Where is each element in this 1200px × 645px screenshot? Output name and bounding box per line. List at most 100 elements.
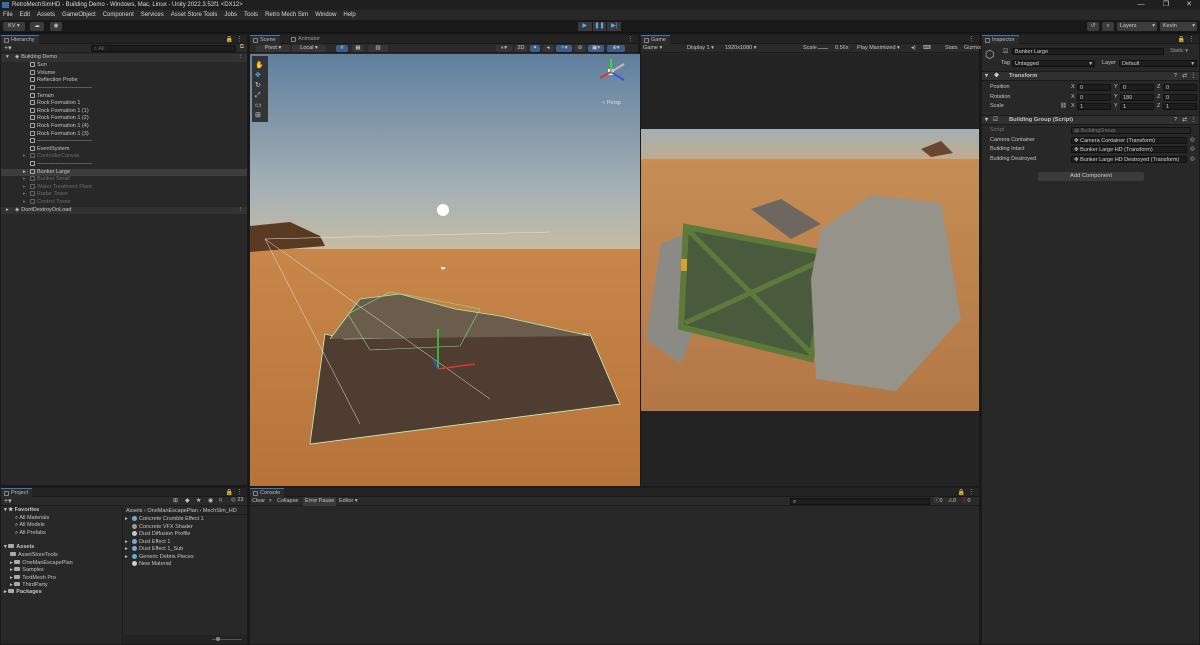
menu-asset-store-tools[interactable]: Asset Store Tools	[171, 12, 218, 18]
position-z-field[interactable]: 0	[1163, 84, 1197, 91]
editor-dropdown[interactable]: Editor ▾	[339, 497, 358, 506]
position-y-field[interactable]: 0	[1120, 84, 1154, 91]
tab-project[interactable]: Project	[1, 488, 33, 497]
gizmos-button[interactable]: Gizmos	[964, 44, 983, 53]
favorite-item[interactable]: ⌕ All Prefabs	[15, 530, 46, 537]
more-options-icon[interactable]: ⋮	[236, 488, 243, 496]
position-x-field[interactable]: 0	[1077, 84, 1111, 91]
tag-dropdown[interactable]: Untagged ▾	[1012, 60, 1095, 67]
scale-y-field[interactable]: 1	[1120, 103, 1154, 110]
minimize-button[interactable]: —	[1130, 0, 1152, 10]
history-icon[interactable]: ↺	[1087, 22, 1099, 31]
object-picker-icon[interactable]: ◎	[1190, 145, 1195, 154]
asset-folder[interactable]: AssetStoreTools	[10, 552, 58, 559]
lighting-icon[interactable]: ✦	[530, 45, 540, 52]
hierarchy-item[interactable]: ▸ Radar Tower	[1, 191, 247, 199]
script-checkbox[interactable]: ☑	[993, 116, 998, 125]
breadcrumb-item[interactable]: OneManEscapePlan	[147, 508, 197, 514]
menu-file[interactable]: File	[3, 12, 13, 18]
hierarchy-item[interactable]: ------------------------------	[1, 138, 247, 146]
step-icon[interactable]: ▶|	[607, 22, 622, 31]
toggle-2d-button[interactable]: 2D	[515, 45, 527, 52]
hierarchy-search-input[interactable]: ⌕ All	[91, 45, 236, 52]
hierarchy-item[interactable]: Volume	[1, 69, 247, 78]
scale-slider[interactable]	[818, 48, 828, 49]
expand-arrow-icon[interactable]: ▸	[23, 191, 26, 199]
rotation-y-field[interactable]: 180	[1120, 93, 1154, 101]
hierarchy-item[interactable]: Sun	[1, 62, 247, 70]
cloud-icon[interactable]: ☁	[30, 22, 44, 31]
expand-arrow-icon[interactable]: ▸	[23, 199, 26, 207]
display-dropdown[interactable]: Display 1 ▾	[687, 44, 714, 53]
rotation-x-field[interactable]: 0	[1077, 93, 1111, 101]
menu-help[interactable]: Help	[343, 12, 355, 18]
axis-x-label[interactable]: X	[1071, 102, 1075, 111]
more-options-icon[interactable]: ⋮	[238, 207, 244, 215]
resolution-dropdown[interactable]: 1920x1080 ▾	[725, 44, 757, 53]
filter-icon[interactable]: ⧉	[240, 44, 244, 51]
close-window-button[interactable]: ✕	[1178, 0, 1200, 10]
info-count[interactable]: ⓘ0	[934, 497, 943, 506]
lock-icon[interactable]: 🔒	[226, 36, 233, 43]
expand-arrow-icon[interactable]: ▾	[6, 54, 9, 62]
collab-icon[interactable]: ◉	[50, 22, 62, 31]
favorites-header[interactable]: ▾ ★ Favorites	[4, 507, 39, 514]
layout-dropdown[interactable]: Kevin ▾	[1160, 22, 1197, 31]
hierarchy-item[interactable]: Rock Formation 1 (1)	[1, 107, 247, 116]
warning-count[interactable]: ⚠0	[948, 497, 956, 506]
more-options-icon[interactable]: ⋮	[1188, 35, 1195, 43]
camera-settings-icon[interactable]: ▣▾	[588, 45, 604, 52]
static-toggle[interactable]: Static ▾	[1170, 48, 1188, 54]
expand-arrow-icon[interactable]: ▸	[23, 169, 26, 177]
grid-toggle-icon[interactable]: ▦	[352, 45, 364, 52]
play-icon[interactable]: ▶	[578, 22, 592, 31]
axis-x-label[interactable]: X	[1071, 93, 1075, 102]
snap-increment-icon[interactable]: ▥	[368, 45, 388, 52]
clear-dropdown-icon[interactable]: ▾	[269, 497, 272, 506]
move-tool-icon[interactable]: ✥	[255, 71, 261, 79]
menu-window[interactable]: Window	[315, 12, 336, 18]
object-reference-field[interactable]: ✥ Bunker Large HD (Transform)	[1071, 146, 1187, 153]
clear-button[interactable]: Clear	[252, 497, 265, 506]
layer-dropdown[interactable]: Default ▾	[1119, 60, 1197, 67]
tab-console[interactable]: Console	[250, 488, 285, 497]
add-component-button[interactable]: Add Component	[1038, 172, 1144, 181]
collapse-button[interactable]: Collapse	[277, 497, 298, 506]
hierarchy-item[interactable]: Terrain	[1, 92, 247, 101]
lock-icon[interactable]: 🔒	[958, 489, 965, 496]
more-options-icon[interactable]: ⋮	[238, 54, 244, 62]
dont-destroy-row[interactable]: ▸ ◈ DontDestroyOnLoad ⋮	[1, 206, 247, 215]
asset-file[interactable]: New Material	[125, 561, 171, 568]
object-name-field[interactable]: Bunker Large	[1012, 48, 1164, 55]
menu-gameobject[interactable]: GameObject	[62, 12, 96, 18]
rect-tool-icon[interactable]: ▭	[255, 102, 262, 109]
object-picker-icon[interactable]: ◎	[1190, 155, 1195, 164]
building-group-header[interactable]: ▾ ☑ Building Group (Script) ? ⇄ ⋮	[982, 115, 1199, 125]
rotate-tool-icon[interactable]: ↻	[255, 82, 261, 89]
axis-y-label[interactable]: Y	[1114, 102, 1118, 111]
expand-arrow-icon[interactable]: ▸	[23, 184, 26, 192]
effects-icon[interactable]: ✧▾	[556, 45, 572, 52]
packages-header[interactable]: ▸ Packages	[4, 589, 42, 596]
asset-file[interactable]: ▸ Generic Debris Pieces	[125, 553, 194, 561]
menu-tools[interactable]: Tools	[244, 12, 258, 18]
hand-tool-icon[interactable]: ✋	[255, 60, 264, 69]
search-by-label-icon[interactable]: ◆	[185, 497, 190, 504]
scene-header-row[interactable]: ▾ ◈ Building Demo ⋮	[1, 54, 247, 62]
tab-inspector[interactable]: Inspector	[982, 35, 1019, 44]
favorite-item[interactable]: ⌕ All Materials	[15, 515, 49, 522]
draw-mode-icon[interactable]: ◐▾	[496, 45, 512, 52]
console-search-input[interactable]: ⌕	[790, 498, 930, 505]
favorite-item[interactable]: ⌕ All Models	[15, 522, 45, 529]
reflection-probe-icon[interactable]: ◒	[440, 262, 446, 273]
object-reference-field[interactable]: ✥ Bunker Large HD Destroyed (Transform)	[1071, 155, 1187, 163]
search-icon[interactable]: ⌕	[1102, 22, 1114, 31]
stats-button[interactable]: Stats	[945, 44, 958, 53]
hierarchy-item[interactable]: ▸ ControllerCanvas	[1, 153, 247, 161]
lock-icon[interactable]: 🔒	[1178, 36, 1185, 43]
more-options-icon[interactable]: ⋮	[968, 35, 975, 43]
pause-icon[interactable]: ❚❚	[592, 22, 607, 31]
hierarchy-item[interactable]: ▸ Water Treatment Plant	[1, 183, 247, 192]
create-add-icon[interactable]: +▾	[4, 44, 12, 52]
expand-arrow-icon[interactable]: ▾	[985, 116, 988, 125]
